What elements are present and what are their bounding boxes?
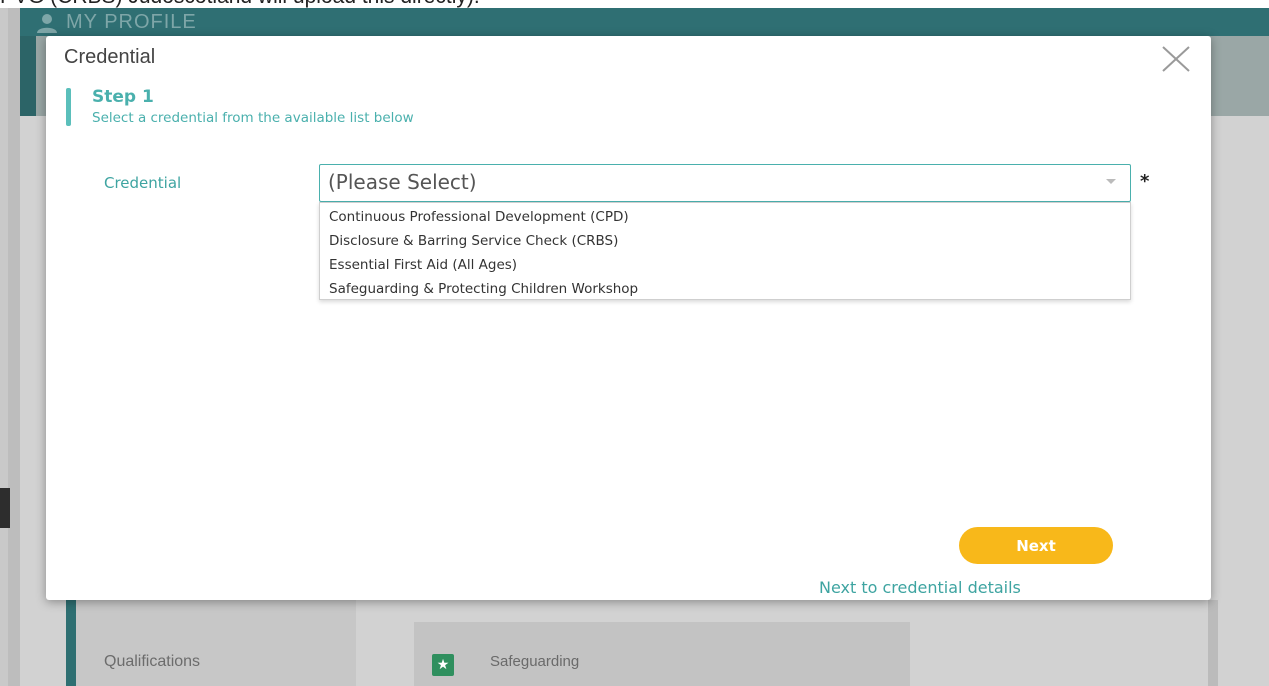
background-header [20,8,1269,36]
person-icon [37,13,57,33]
credential-dropdown-list: Continuous Professional Development (CPD… [319,202,1131,300]
close-icon [1162,46,1190,72]
dropdown-option[interactable]: Continuous Professional Development (CPD… [320,205,1130,229]
required-indicator: * [1140,171,1150,192]
credential-select-value: (Please Select) [328,170,477,194]
background-dark-tab [0,488,10,528]
background-sidebar [66,600,356,686]
credential-field-label: Credential [104,174,182,192]
sidebar-item-qualifications: Qualifications [104,653,201,670]
credential-select[interactable]: (Please Select) [319,164,1131,202]
background-sidebar-accent [66,600,76,686]
background-left-bar [0,8,8,686]
profile-title: MY PROFILE [66,11,197,33]
background-right-edge [1208,600,1218,686]
close-button[interactable] [1158,44,1194,74]
next-hint-text: Next to credential details [819,578,1021,597]
next-button[interactable]: Next [959,527,1113,564]
star-icon: ★ [432,654,454,676]
step-description: Select a credential from the available l… [92,110,414,126]
step-accent-bar [66,88,71,126]
background-header-title: MY PROFILE [36,8,197,36]
background-card [414,622,910,686]
background-left-bar-inner [8,8,20,686]
chevron-down-icon [1106,179,1116,184]
page-instruction-text: PVG (CRBS) Judoscotland will upload this… [0,0,1269,8]
dropdown-option[interactable]: Safeguarding & Protecting Children Works… [320,277,1130,301]
background-subheader-accent [20,36,36,116]
dropdown-option[interactable]: Disclosure & Barring Service Check (CRBS… [320,229,1130,253]
modal-title: Credential [64,46,156,68]
card-label-safeguarding: Safeguarding [490,653,580,670]
step-title: Step 1 [92,87,154,107]
credential-modal: Credential Step 1 Select a credential fr… [46,36,1211,600]
dropdown-option[interactable]: Essential First Aid (All Ages) [320,253,1130,277]
